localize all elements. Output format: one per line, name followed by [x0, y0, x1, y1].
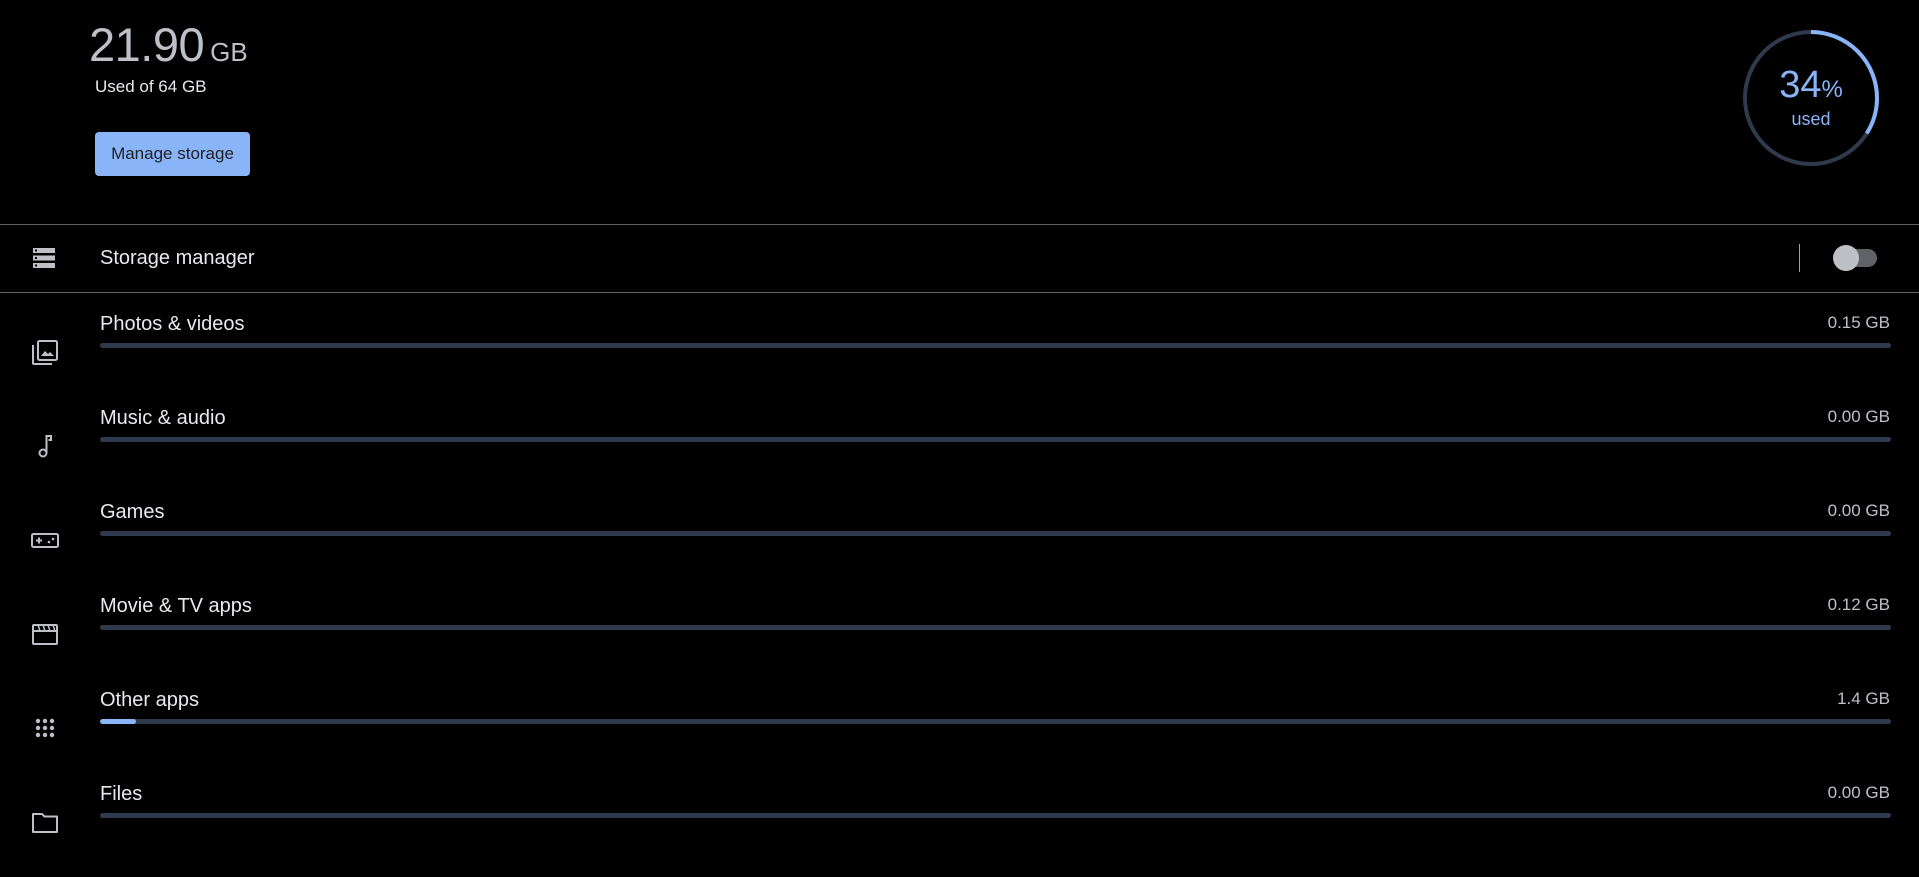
usage-percent-value: 34	[1779, 64, 1822, 106]
category-size: 1.4 GB	[1837, 689, 1890, 708]
usage-ring-text: 34% used	[1740, 27, 1882, 169]
storage-summary: 21.90 GB	[89, 18, 248, 72]
category-usage-bar-fill	[100, 719, 136, 724]
category-usage-bar	[100, 625, 1891, 630]
category-size: 0.00 GB	[1827, 783, 1890, 802]
storage-manager-label: Storage manager	[100, 247, 255, 269]
category-other-apps[interactable]: Other apps 1.4 GB	[0, 689, 1919, 783]
vertical-divider	[1799, 244, 1800, 272]
category-label: Music & audio	[100, 407, 226, 429]
category-label: Files	[100, 783, 143, 805]
category-size: 0.12 GB	[1827, 595, 1890, 614]
category-label: Games	[100, 501, 165, 523]
usage-used-label: used	[1791, 109, 1831, 129]
category-usage-bar	[100, 343, 1891, 348]
divider-bottom	[0, 292, 1919, 293]
used-storage-unit: GB	[210, 37, 248, 67]
category-usage-bar	[100, 719, 1891, 724]
category-usage-bar	[100, 813, 1891, 818]
used-of-total: Used of 64 GB	[95, 77, 207, 96]
category-files[interactable]: Files 0.00 GB	[0, 783, 1919, 877]
category-size: 0.00 GB	[1827, 501, 1890, 520]
folder-icon	[30, 807, 60, 837]
photo-library-icon	[30, 337, 60, 367]
used-storage-value: 21.90	[89, 18, 205, 71]
category-usage-bar	[100, 437, 1891, 442]
usage-percent: 34%	[1740, 65, 1882, 110]
movie-icon	[30, 619, 60, 649]
category-size: 0.00 GB	[1827, 407, 1890, 426]
category-games[interactable]: Games 0.00 GB	[0, 501, 1919, 595]
music-note-icon	[30, 431, 60, 461]
category-label: Photos & videos	[100, 313, 245, 335]
storage-icon	[32, 245, 56, 271]
gamepad-icon	[30, 525, 60, 555]
manage-storage-button[interactable]: Manage storage	[95, 132, 250, 176]
storage-manager-toggle[interactable]	[1833, 245, 1881, 271]
category-usage-bar	[100, 531, 1891, 536]
apps-grid-icon	[30, 713, 60, 743]
category-music-audio[interactable]: Music & audio 0.00 GB	[0, 407, 1919, 501]
category-movie-tv-apps[interactable]: Movie & TV apps 0.12 GB	[0, 595, 1919, 689]
category-label: Movie & TV apps	[100, 595, 252, 617]
category-label: Other apps	[100, 689, 199, 711]
usage-percent-sign: %	[1821, 76, 1843, 103]
category-photos-videos[interactable]: Photos & videos 0.15 GB	[0, 313, 1919, 407]
toggle-thumb	[1833, 245, 1859, 271]
category-size: 0.15 GB	[1827, 313, 1890, 332]
storage-manager-row[interactable]: Storage manager	[0, 225, 1919, 292]
